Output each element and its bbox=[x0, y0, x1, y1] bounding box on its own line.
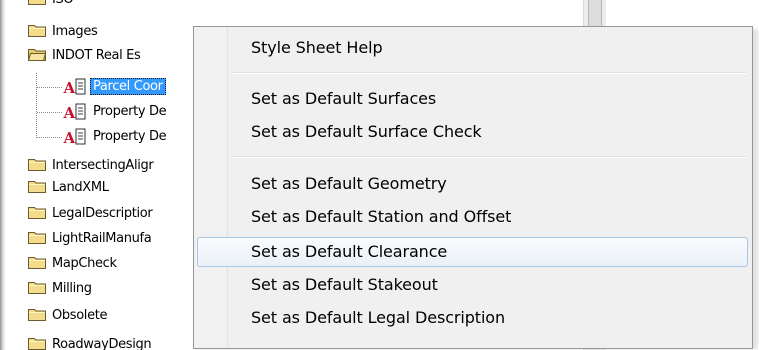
tree-item-label: RoadwayDesign bbox=[52, 337, 152, 350]
folder-icon bbox=[28, 232, 46, 244]
tree-item-label: Images bbox=[52, 24, 98, 39]
tree-item-label: Property De bbox=[93, 129, 167, 144]
folder-icon bbox=[28, 181, 46, 193]
tree-item-label: MapCheck bbox=[52, 256, 117, 271]
svg-text:A: A bbox=[63, 79, 76, 95]
tree-item-label: Property De bbox=[93, 104, 167, 119]
menu-separator bbox=[231, 156, 746, 158]
stylesheet-doc-icon: A bbox=[63, 128, 86, 145]
menu-item-default-surfaces[interactable]: Set as Default Surfaces bbox=[197, 84, 748, 114]
menu-item-default-geometry[interactable]: Set as Default Geometry bbox=[197, 169, 748, 199]
menu-item-default-stakeout[interactable]: Set as Default Stakeout bbox=[197, 270, 748, 300]
folder-icon bbox=[28, 0, 46, 5]
folder-open-icon bbox=[28, 49, 46, 61]
context-menu: Style Sheet Help Set as Default Surfaces… bbox=[193, 26, 753, 349]
folder-icon bbox=[28, 338, 46, 350]
folder-icon bbox=[28, 282, 46, 294]
menu-item-style-sheet-help[interactable]: Style Sheet Help bbox=[197, 33, 748, 63]
menu-item-label: Set as Default Station and Offset bbox=[251, 207, 512, 226]
menu-item-default-surface-check[interactable]: Set as Default Surface Check bbox=[197, 117, 748, 147]
tree-item-label: IntersectingAligr bbox=[52, 158, 154, 173]
tree-item-iso[interactable]: ISO bbox=[0, 0, 560, 10]
menu-item-label: Set as Default Legal Description bbox=[251, 308, 506, 327]
folder-icon bbox=[28, 159, 46, 171]
tree-item-label: INDOT Real Es bbox=[52, 48, 141, 63]
menu-item-label: Set as Default Stakeout bbox=[251, 275, 438, 294]
tree-item-label: Parcel Coor bbox=[90, 78, 166, 95]
folder-icon bbox=[28, 25, 46, 37]
menu-item-default-station-offset[interactable]: Set as Default Station and Offset bbox=[197, 202, 748, 232]
folder-icon bbox=[28, 309, 46, 321]
menu-item-label: Set as Default Surfaces bbox=[251, 89, 437, 108]
folder-icon bbox=[28, 257, 46, 269]
tree-item-label: ISO bbox=[52, 0, 74, 8]
menu-item-default-legal-description[interactable]: Set as Default Legal Description bbox=[197, 303, 748, 333]
folder-icon bbox=[28, 207, 46, 219]
menu-separator bbox=[231, 72, 746, 74]
menu-item-label: Style Sheet Help bbox=[251, 38, 383, 57]
tree-item-label: LegalDescriptior bbox=[52, 206, 153, 221]
menu-item-label: Set as Default Clearance bbox=[251, 242, 448, 261]
menu-item-label: Set as Default Surface Check bbox=[251, 122, 482, 141]
tree-item-label: Milling bbox=[52, 281, 92, 296]
stylesheet-doc-icon: A bbox=[63, 103, 86, 120]
menu-item-label: Set as Default Geometry bbox=[251, 174, 447, 193]
svg-text:A: A bbox=[63, 104, 76, 120]
svg-text:A: A bbox=[63, 129, 76, 145]
tree-item-label: LightRailManufa bbox=[52, 231, 152, 246]
tree-item-label: Obsolete bbox=[52, 308, 108, 323]
tree-item-label: LandXML bbox=[52, 180, 109, 195]
menu-item-default-clearance[interactable]: Set as Default Clearance bbox=[197, 237, 748, 267]
stylesheet-doc-icon: A bbox=[63, 78, 86, 95]
